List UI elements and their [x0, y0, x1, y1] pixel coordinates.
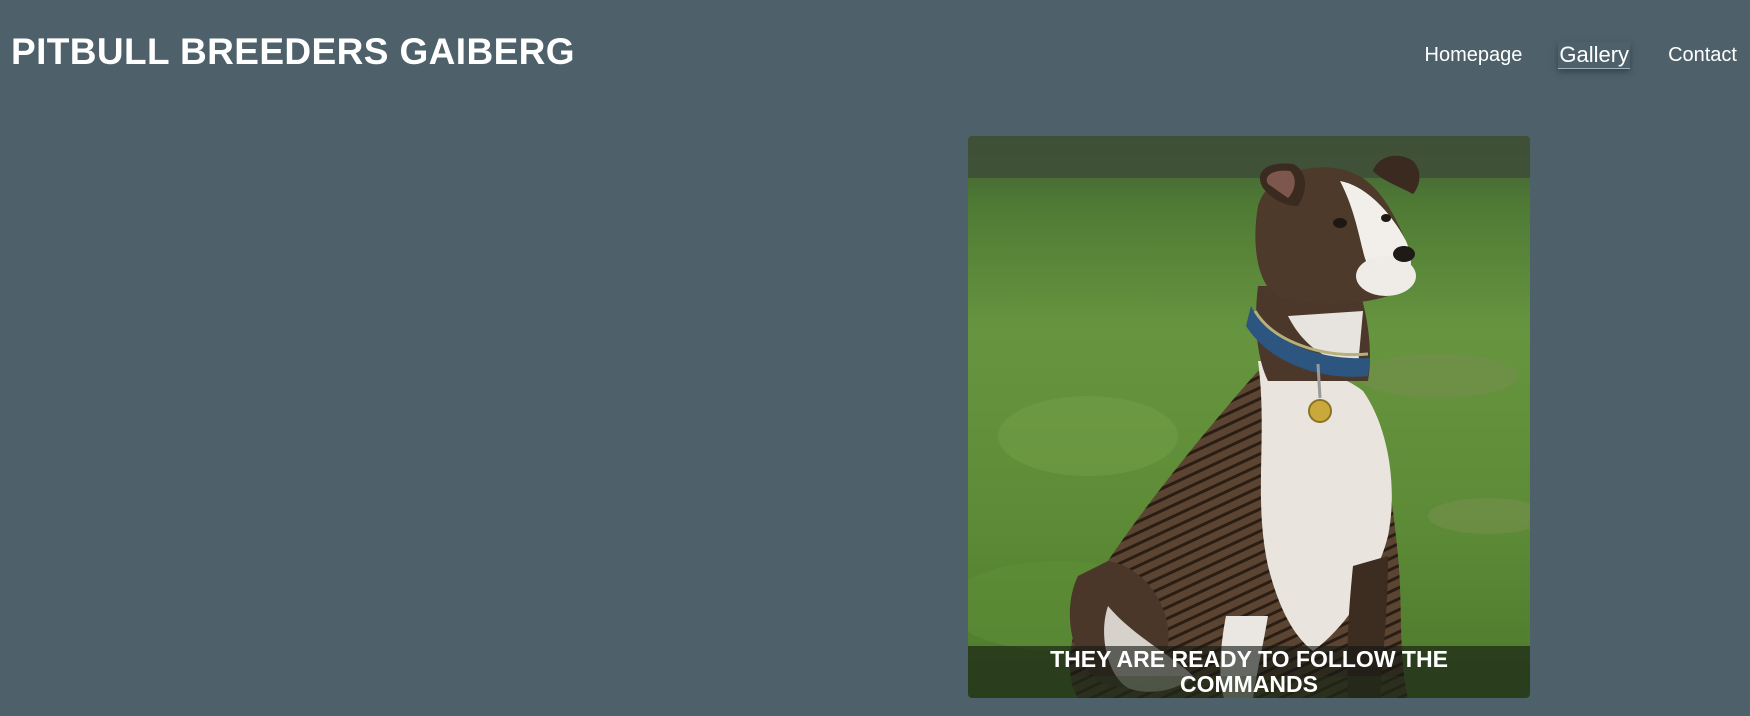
slide-caption-bar: THEY ARE READY TO FOLLOW THE COMMANDS: [968, 646, 1530, 698]
nav-link-contact[interactable]: Contact: [1668, 41, 1737, 69]
slide-caption: THEY ARE READY TO FOLLOW THE COMMANDS: [1050, 646, 1448, 697]
nav-link-gallery[interactable]: Gallery: [1558, 42, 1631, 69]
site-title: PITBULL BREEDERS GAIBERG: [11, 31, 575, 72]
main-nav: Homepage Gallery Contact: [1425, 40, 1737, 70]
gallery-slide[interactable]: THEY ARE READY TO FOLLOW THE COMMANDS: [968, 136, 1530, 698]
nav-link-homepage[interactable]: Homepage: [1425, 41, 1523, 69]
dog-photo: [968, 136, 1530, 698]
